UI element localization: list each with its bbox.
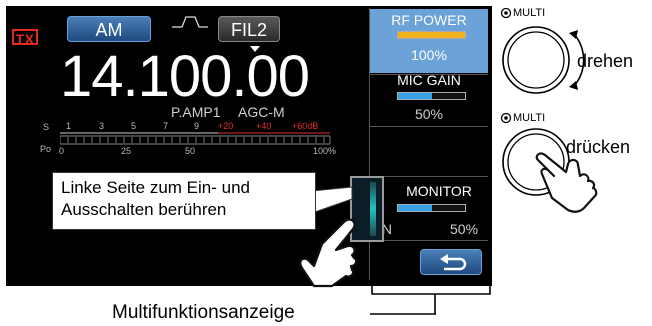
tx-badge: TX [12, 29, 38, 47]
po-meter-label: Po [40, 144, 52, 154]
monitor-bar-fill [398, 205, 432, 211]
caption: Multifunktionsanzeige [112, 302, 295, 323]
hand-pointer-icon [299, 218, 358, 288]
monitor-bar [397, 204, 466, 212]
mic-gain-label: MIC GAIN [397, 72, 461, 88]
rf-power-label: RF POWER [391, 12, 467, 28]
meter-scale [60, 132, 331, 145]
multi-indicator-icon [500, 7, 512, 19]
s-tick-plus60db: +60dB [292, 121, 319, 131]
s-tick-9: 9 [194, 121, 200, 131]
mode-button[interactable]: AM [67, 16, 151, 42]
po-tick-50: 50 [185, 146, 196, 156]
s-tick-plus40: +40 [256, 121, 272, 131]
monitor-value: 50% [450, 221, 479, 237]
s-meter-label: S [43, 122, 50, 132]
mic-gain-bar [397, 92, 466, 100]
s-tick-1: 1 [66, 121, 72, 131]
divider [370, 176, 488, 177]
s-tick-7: 7 [163, 121, 169, 131]
po-tick-0: 0 [59, 146, 65, 156]
rotate-instruction: drehen [577, 51, 634, 71]
agc-status: AGC-M [238, 104, 285, 120]
preamp-status: P.AMP1 [171, 104, 221, 120]
rf-power-bar [397, 31, 466, 39]
frequency-readout[interactable]: 14.100.00 [60, 42, 310, 112]
back-button[interactable] [420, 249, 482, 275]
divider [370, 240, 488, 241]
multi-knob-rotate[interactable] [496, 22, 588, 98]
multi-label-2: MULTI [513, 112, 546, 124]
multi-label-1: MULTI [513, 7, 546, 19]
return-arrow-icon [440, 254, 467, 271]
callout-line-1: Linke Seite zum Ein- und [61, 178, 250, 197]
po-tick-25: 25 [121, 146, 132, 156]
filter-shape-icon [172, 16, 208, 28]
mic-gain-value: 50% [414, 106, 444, 122]
s-tick-5: 5 [131, 121, 137, 131]
filter-button[interactable]: FIL2 [218, 16, 280, 42]
divider [370, 126, 488, 127]
s-tick-plus20: +20 [218, 121, 234, 131]
hand-press-icon [535, 152, 598, 213]
callout-line-2: Ausschalten berühren [61, 200, 227, 219]
panel-bracket [370, 286, 491, 315]
s-tick-3: 3 [99, 121, 105, 131]
monitor-label: MONITOR [406, 183, 472, 199]
mic-gain-bar-fill [398, 93, 432, 99]
multi-indicator-icon [500, 112, 512, 124]
rf-power-value: 100% [411, 47, 447, 63]
rf-power-bar-fill [398, 32, 465, 38]
callout-box: Linke Seite zum Ein- und Ausschalten ber… [52, 172, 316, 230]
po-tick-100: 100% [313, 146, 337, 156]
